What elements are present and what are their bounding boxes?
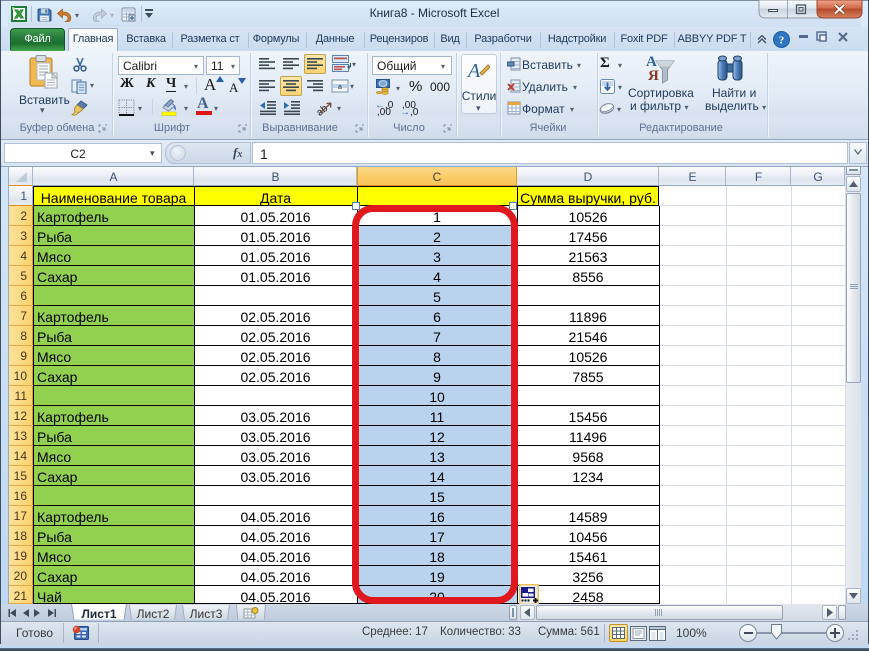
svg-text:?: ? bbox=[779, 35, 785, 47]
svg-text:Я: Я bbox=[648, 68, 659, 84]
svg-text:a: a bbox=[338, 84, 342, 91]
svg-text:A: A bbox=[466, 60, 481, 82]
